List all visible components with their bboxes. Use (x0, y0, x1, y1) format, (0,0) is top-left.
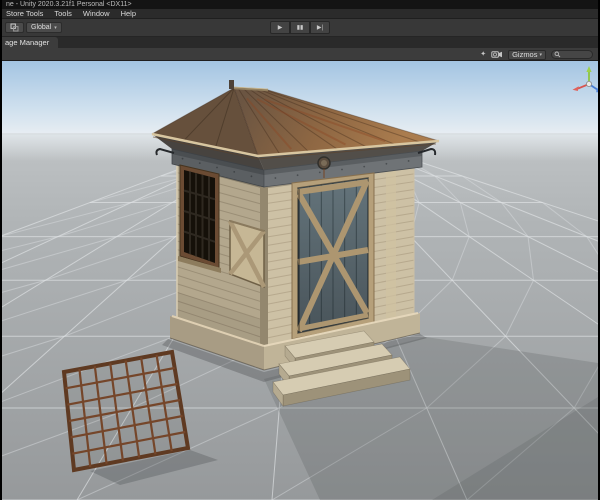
main-toolbar: Global ▾ ▶ ▮▮ ▶| (2, 19, 598, 37)
gizmos-dropdown[interactable]: Gizmos ▾ (508, 49, 546, 60)
window-grate-model[interactable] (61, 349, 191, 473)
rivet (341, 168, 343, 171)
rivet (198, 162, 201, 164)
rivet (181, 157, 184, 160)
chevron-down-icon: ▾ (539, 51, 542, 58)
right-wall-board (386, 169, 396, 318)
rivet (296, 174, 299, 177)
rivet (385, 162, 388, 165)
menu-bar: Store Tools Tools Window Help (2, 9, 598, 19)
search-icon (554, 51, 561, 58)
rivet (407, 160, 410, 162)
window-titlebar: ne - Unity 2020.3.21f1 Personal <DX11> (2, 0, 598, 9)
scene-view-toolbar: ✦ Gizmos ▾ (2, 48, 598, 61)
global-space-toggle[interactable]: Global ▾ (26, 22, 62, 33)
transform-tools-cluster: Global ▾ (5, 22, 62, 33)
menu-window[interactable]: Window (83, 9, 110, 18)
door (291, 172, 375, 340)
barred-window (178, 164, 221, 273)
pause-button[interactable]: ▮▮ (290, 21, 310, 34)
scene-viewport[interactable] (2, 61, 598, 500)
scene-toolbar-right: ✦ Gizmos ▾ (480, 49, 593, 60)
rivet (363, 165, 366, 168)
step-button[interactable]: ▶| (310, 21, 330, 34)
scene-search-input[interactable] (551, 50, 593, 59)
unity-window: ne - Unity 2020.3.21f1 Personal <DX11> S… (2, 0, 598, 500)
play-button[interactable]: ▶ (270, 21, 290, 34)
global-label: Global (31, 24, 52, 31)
gizmos-label: Gizmos (512, 50, 538, 59)
menu-tools[interactable]: Tools (54, 9, 72, 18)
emblem-center (321, 160, 327, 166)
menu-store-tools[interactable]: Store Tools (6, 9, 43, 18)
playmode-cluster: ▶ ▮▮ ▶| (270, 21, 330, 34)
rivet (250, 175, 253, 178)
window-title: ne - Unity 2020.3.21f1 Personal <DX11> (6, 1, 132, 8)
pivot-icon (10, 23, 19, 32)
chevron-down-icon: ▾ (54, 24, 57, 31)
roof-vent (229, 80, 234, 89)
menu-help[interactable]: Help (121, 9, 136, 18)
scene-camera-icon[interactable] (491, 50, 503, 59)
effects-icon[interactable]: ✦ (480, 49, 486, 60)
rivet (233, 171, 236, 173)
rivet (216, 166, 218, 169)
tab-package-manager[interactable]: age Manager (2, 37, 59, 48)
pivot-toggle-button[interactable] (5, 22, 24, 33)
tab-bar: age Manager (2, 37, 598, 48)
gizmo-center[interactable] (586, 81, 592, 87)
rivet (318, 171, 321, 174)
rivet (274, 177, 277, 179)
